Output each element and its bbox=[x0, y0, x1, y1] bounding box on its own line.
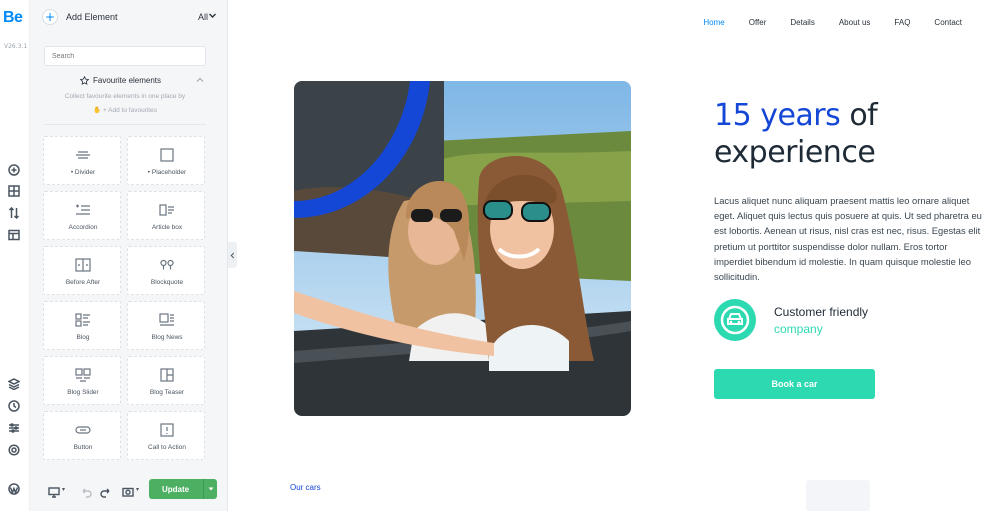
update-button[interactable]: Update bbox=[149, 479, 217, 499]
version-label: V26.3.1 bbox=[4, 43, 28, 50]
section-label: Our cars bbox=[290, 483, 321, 492]
favourites-title: Favourite elements bbox=[93, 76, 162, 85]
element-tile-blog-news[interactable]: Blog News bbox=[127, 301, 205, 350]
element-tile-button[interactable]: Button bbox=[43, 411, 121, 460]
hero-photo bbox=[294, 81, 631, 416]
element-tile-blog-slider[interactable]: Blog Slider bbox=[43, 356, 121, 405]
element-tile-blockquote[interactable]: Blockquote bbox=[127, 246, 205, 295]
hero-headline: 15 years of experience bbox=[714, 97, 878, 171]
chevron-left-icon bbox=[230, 252, 235, 258]
site-nav: Home Offer Details About us FAQ Contact bbox=[679, 18, 962, 27]
element-tile-before-after[interactable]: Before After bbox=[43, 246, 121, 295]
car-icon bbox=[714, 299, 756, 341]
redo-icon[interactable] bbox=[100, 483, 112, 498]
accordion-icon bbox=[75, 202, 91, 216]
collapse-panel-handle[interactable] bbox=[228, 242, 237, 268]
nav-item-faq[interactable]: FAQ bbox=[894, 18, 910, 27]
placeholder-box bbox=[806, 480, 870, 511]
add-circle-icon[interactable] bbox=[7, 163, 21, 177]
filter-dropdown[interactable]: All bbox=[198, 12, 208, 22]
feature-title: Customer friendly bbox=[774, 305, 869, 319]
element-tile-article-box[interactable]: Article box bbox=[127, 191, 205, 240]
element-tile-call-to-action[interactable]: Call to Action bbox=[127, 411, 205, 460]
layout-icon[interactable] bbox=[7, 184, 21, 198]
search-input[interactable] bbox=[44, 46, 206, 66]
blog-news-icon bbox=[159, 312, 175, 326]
button-icon bbox=[75, 422, 91, 436]
desktop-icon[interactable] bbox=[48, 483, 60, 498]
blog-icon bbox=[75, 312, 91, 327]
hand-icon: ✋ bbox=[93, 107, 102, 114]
undo-icon[interactable] bbox=[80, 483, 92, 498]
window-icon[interactable] bbox=[7, 228, 21, 242]
nav-item-contact[interactable]: Contact bbox=[934, 18, 962, 27]
history-icon[interactable] bbox=[7, 399, 21, 413]
placeholder-icon bbox=[159, 147, 175, 162]
favourites-header[interactable]: Favourite elements bbox=[80, 76, 161, 85]
sliders-icon[interactable] bbox=[7, 421, 21, 435]
favourites-hint: Collect favourite elements in one place … bbox=[64, 93, 186, 100]
hero-body-text: Lacus aliquet nunc aliquam praesent matt… bbox=[714, 195, 982, 283]
divider bbox=[44, 124, 206, 125]
headline-highlight: 15 years bbox=[714, 98, 841, 133]
add-element-button[interactable]: + bbox=[42, 9, 58, 25]
headline-part-1: of bbox=[840, 98, 878, 133]
caret-down-icon[interactable]: ▾ bbox=[62, 486, 65, 498]
wordpress-icon[interactable] bbox=[7, 482, 21, 496]
star-icon bbox=[80, 76, 89, 85]
blockquote-icon bbox=[159, 257, 175, 271]
article-box-icon bbox=[159, 202, 175, 216]
element-tile-blog[interactable]: Blog bbox=[43, 301, 121, 350]
element-tile-divider[interactable]: • Divider bbox=[43, 136, 121, 185]
layers-icon[interactable] bbox=[7, 377, 21, 391]
divider-icon bbox=[75, 147, 91, 161]
favourites-add-hint: ✋ + Add to favourites bbox=[93, 107, 157, 114]
panel-header: + Add Element All bbox=[30, 0, 228, 36]
panel-footer: ▾ ▾ Update bbox=[30, 474, 228, 504]
left-toolbar: Be V26.3.1 bbox=[0, 0, 30, 511]
nav-item-about-us[interactable]: About us bbox=[839, 18, 871, 27]
chevron-down-icon[interactable] bbox=[208, 11, 217, 20]
page-preview: Home Offer Details About us FAQ Contact bbox=[237, 0, 1000, 511]
preview-icon[interactable] bbox=[122, 483, 134, 497]
feature-subtitle: company bbox=[774, 322, 823, 336]
nav-item-home[interactable]: Home bbox=[703, 18, 724, 27]
blog-slider-icon bbox=[75, 367, 91, 382]
nav-item-offer[interactable]: Offer bbox=[749, 18, 767, 27]
element-tile-blog-teaser[interactable]: Blog Teaser bbox=[127, 356, 205, 405]
sort-icon[interactable] bbox=[7, 206, 21, 220]
decorative-arc bbox=[294, 81, 430, 218]
caret-down-icon[interactable] bbox=[203, 479, 217, 499]
element-grid: • Divider • Placeholder Accordion Articl… bbox=[43, 136, 207, 466]
book-a-car-button[interactable]: Book a car bbox=[714, 369, 875, 399]
element-tile-placeholder[interactable]: • Placeholder bbox=[127, 136, 205, 185]
chevron-up-icon[interactable] bbox=[196, 76, 204, 84]
caret-down-icon[interactable]: ▾ bbox=[136, 486, 139, 498]
be-logo[interactable]: Be bbox=[3, 9, 23, 27]
nav-item-details[interactable]: Details bbox=[790, 18, 814, 27]
panel-title: Add Element bbox=[66, 12, 118, 22]
element-tile-accordion[interactable]: Accordion bbox=[43, 191, 121, 240]
settings-icon[interactable] bbox=[7, 443, 21, 457]
call-to-action-icon bbox=[159, 422, 175, 437]
before-after-icon bbox=[75, 257, 91, 272]
builder-app: Be V26.3.1 + Add Element All Search Favo… bbox=[0, 0, 1000, 511]
blog-teaser-icon bbox=[159, 367, 175, 382]
headline-part-2: experience bbox=[714, 135, 876, 170]
add-element-panel: + Add Element All Favourite elements Col… bbox=[30, 0, 228, 511]
